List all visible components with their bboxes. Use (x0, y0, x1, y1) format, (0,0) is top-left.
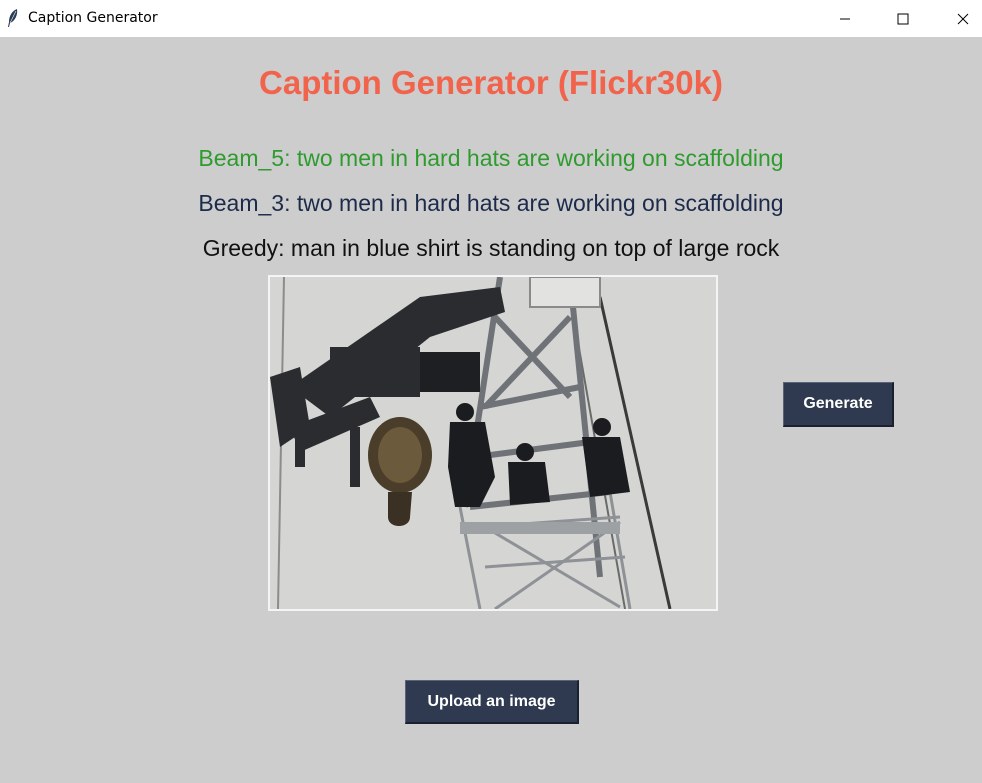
maximize-icon (897, 13, 909, 24)
photo-workers-on-crane (270, 277, 716, 609)
minimize-button[interactable] (822, 0, 868, 37)
generate-button[interactable]: Generate (783, 382, 894, 427)
uploaded-image (268, 275, 718, 611)
close-icon (957, 13, 969, 24)
app-window: Caption Generator Caption Generator (Fli… (0, 0, 982, 783)
title-bar[interactable]: Caption Generator (0, 0, 982, 37)
caption-beam3: Beam_3: two men in hard hats are working… (198, 190, 784, 216)
close-button[interactable] (940, 0, 982, 37)
caption-beam5: Beam_5: two men in hard hats are working… (198, 145, 784, 171)
maximize-button[interactable] (880, 0, 926, 37)
caption-greedy: Greedy: man in blue shirt is standing on… (202, 235, 780, 261)
feather-icon (6, 8, 20, 28)
minimize-icon (840, 18, 850, 19)
upload-image-button[interactable]: Upload an image (405, 680, 579, 724)
window-title: Caption Generator (28, 10, 158, 26)
page-title: Caption Generator (Flickr30k) (259, 64, 723, 101)
